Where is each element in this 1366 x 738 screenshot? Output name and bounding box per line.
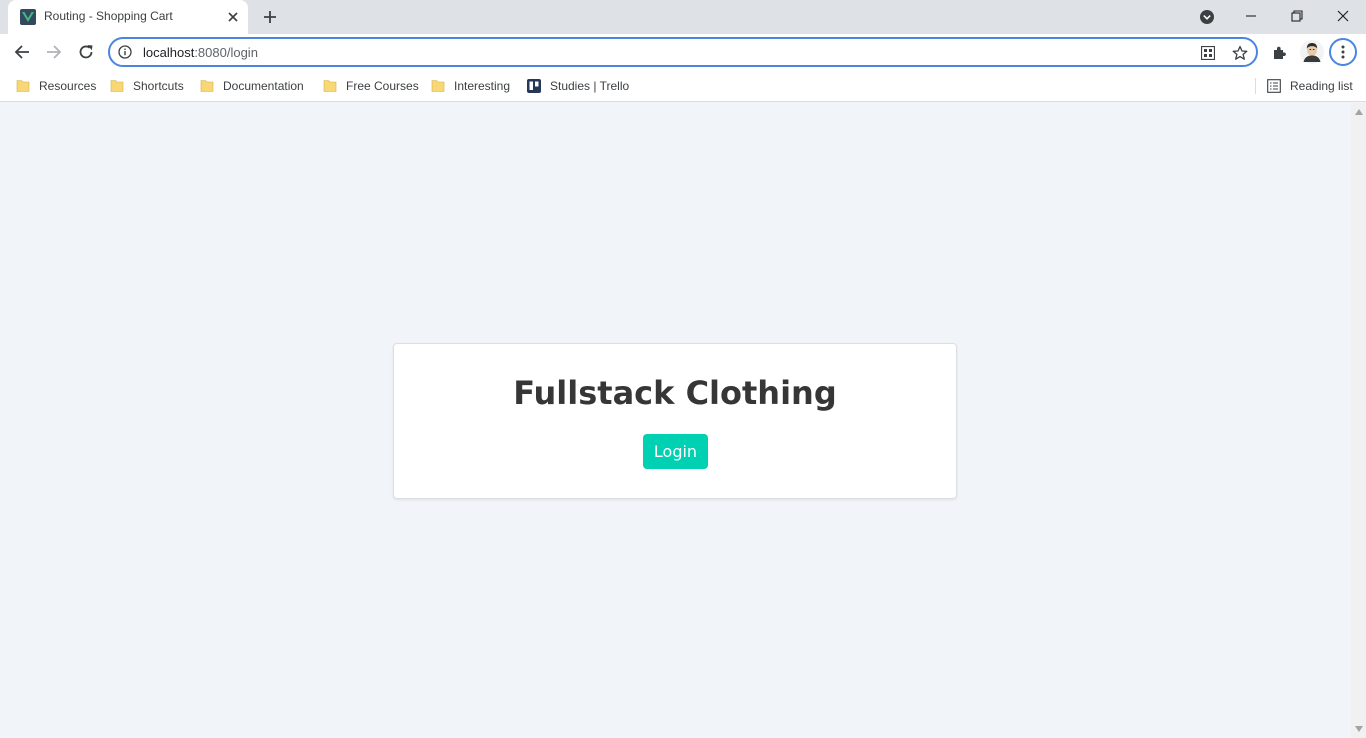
login-card: Fullstack Clothing Login [393, 343, 957, 499]
close-window-icon[interactable] [1329, 4, 1357, 28]
page-viewport: Fullstack Clothing Login [0, 103, 1351, 738]
restore-icon[interactable] [1283, 4, 1311, 28]
tab-strip: Routing - Shopping Cart [0, 0, 1366, 34]
folder-icon [110, 80, 124, 92]
bookmark-label: Free Courses [346, 79, 419, 93]
folder-icon [200, 80, 214, 92]
vue-logo-icon [20, 9, 36, 25]
bookmark-label: Shortcuts [133, 79, 184, 93]
new-tab-button[interactable] [260, 7, 280, 27]
bookmark-interesting[interactable]: Interesting [431, 76, 510, 96]
trello-icon [527, 79, 541, 93]
url-host: localhost [143, 45, 195, 60]
browser-tab[interactable]: Routing - Shopping Cart [8, 0, 248, 34]
reload-icon[interactable] [72, 38, 100, 66]
qr-code-icon[interactable] [1198, 43, 1218, 63]
folder-icon [323, 80, 337, 92]
extensions-icon[interactable] [1266, 38, 1294, 66]
tab-search-icon[interactable] [1196, 6, 1218, 28]
browser-toolbar: localhost:8080/login [0, 34, 1366, 70]
url-path: :8080/login [194, 45, 258, 60]
address-bar[interactable]: localhost:8080/login [108, 37, 1258, 67]
bookmark-label: Studies | Trello [550, 79, 630, 93]
bookmark-trello[interactable]: Studies | Trello [527, 76, 629, 96]
reading-list-icon [1267, 79, 1281, 93]
bookmark-label: Interesting [454, 79, 511, 93]
page-scrollbar[interactable] [1351, 103, 1366, 738]
url-text: localhost:8080/login [143, 45, 258, 60]
reading-list-label: Reading list [1290, 79, 1353, 93]
bookmark-shortcuts[interactable]: Shortcuts [110, 76, 184, 96]
bookmark-star-icon[interactable] [1230, 43, 1250, 63]
folder-icon [16, 80, 30, 92]
close-tab-icon[interactable] [224, 8, 242, 26]
profile-avatar[interactable] [1298, 38, 1326, 66]
scroll-down-icon[interactable] [1351, 722, 1366, 736]
minimize-icon[interactable] [1237, 4, 1265, 28]
bookmark-resources[interactable]: Resources [16, 76, 96, 96]
login-button[interactable]: Login [643, 434, 708, 469]
bookmarks-bar: Resources Shortcuts Documentation Free C… [0, 70, 1366, 102]
tab-title: Routing - Shopping Cart [44, 9, 173, 23]
scroll-up-icon[interactable] [1351, 105, 1366, 119]
site-info-icon[interactable] [118, 45, 132, 59]
bookmark-label: Documentation [223, 79, 304, 93]
page-title: Fullstack Clothing [513, 374, 837, 412]
bookmarks-divider [1255, 78, 1256, 94]
folder-icon [431, 80, 445, 92]
back-icon[interactable] [8, 38, 36, 66]
reading-list-button[interactable]: Reading list [1267, 76, 1353, 96]
bookmark-label: Resources [39, 79, 97, 93]
forward-icon[interactable] [40, 38, 68, 66]
bookmark-documentation[interactable]: Documentation [200, 76, 304, 96]
bookmark-free-courses[interactable]: Free Courses [323, 76, 419, 96]
chrome-menu-icon[interactable] [1329, 38, 1357, 66]
